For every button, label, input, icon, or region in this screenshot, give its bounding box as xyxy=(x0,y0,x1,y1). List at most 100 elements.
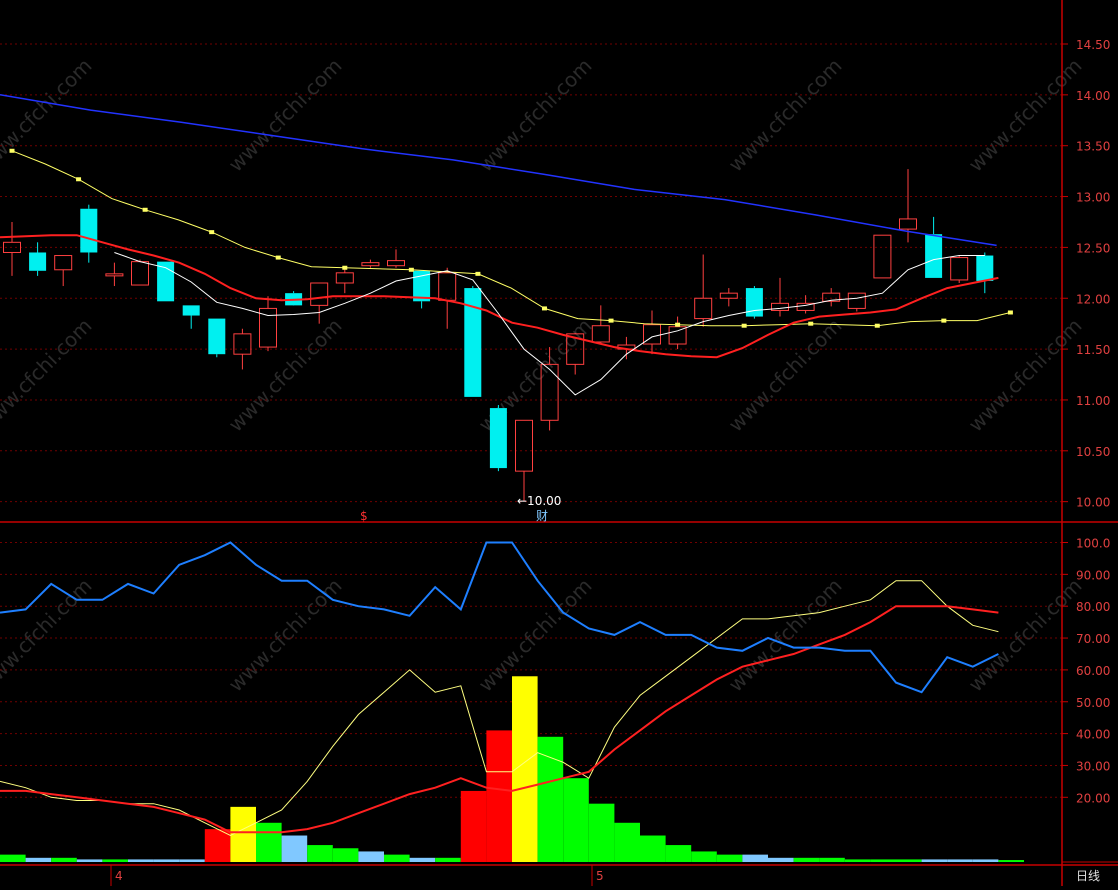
watermark-text: www.cfchi.com xyxy=(0,54,97,177)
event-marker-s: $ xyxy=(360,509,368,523)
y-tick-label: 10.50 xyxy=(1076,445,1110,459)
stock-chart: www.cfchi.com www.cfchi.com www.cfchi.com w… xyxy=(0,0,1118,886)
candle-body-up xyxy=(515,419,533,472)
indicator-bar xyxy=(844,859,871,862)
indicator-bar xyxy=(256,822,282,862)
indicator-bar xyxy=(307,845,333,862)
ma-marker xyxy=(275,255,281,260)
labels-layer: $ 财←10.00 xyxy=(360,494,561,523)
indicator-bar xyxy=(179,859,205,862)
candle-body-up xyxy=(591,325,610,343)
chart-canvas: www.cfchi.com www.cfchi.com www.cfchi.com w… xyxy=(0,0,1118,886)
x-tick-label: 5 xyxy=(596,869,604,883)
watermark-text: www.cfchi.com xyxy=(474,54,597,177)
watermark-text: www.cfchi.com xyxy=(964,574,1087,697)
candle-body-down xyxy=(208,318,226,355)
candle-body-up xyxy=(668,326,687,345)
candle-body-down xyxy=(29,252,47,271)
candle-body-down xyxy=(976,255,994,281)
indicator-bar xyxy=(793,857,820,862)
event-marker-cai: 财 xyxy=(536,509,548,523)
ma-marker xyxy=(342,265,348,270)
y-tick-label: 10.00 xyxy=(1076,496,1110,510)
candle-body-up xyxy=(54,255,73,271)
candle-body-up xyxy=(233,333,252,355)
indicator-bar xyxy=(819,857,845,862)
indicator-bar xyxy=(870,859,896,862)
watermark-text: www.cfchi.com xyxy=(0,314,97,437)
y-tick-label: 12.00 xyxy=(1076,292,1110,306)
candle-body-up xyxy=(950,257,969,281)
indicator-bar xyxy=(665,845,692,862)
indicator-bar xyxy=(537,736,564,862)
indicator-bar xyxy=(972,859,999,862)
candle-body-up xyxy=(438,272,457,301)
candle-body-down xyxy=(925,234,943,278)
y-tick-label: 50.00 xyxy=(1076,696,1110,710)
indicator-bar xyxy=(921,859,948,862)
indicator-bar xyxy=(435,857,461,862)
indicator-bar xyxy=(691,851,717,862)
candle-body-down xyxy=(182,305,200,316)
indicator-bar xyxy=(640,835,666,862)
y-tick-label: 12.50 xyxy=(1076,241,1110,255)
ma-marker xyxy=(608,318,614,323)
ma-marker xyxy=(76,177,82,182)
indicator-bar xyxy=(0,854,26,862)
watermark-text: www.cfchi.com xyxy=(964,54,1087,177)
period-label: 日线 xyxy=(1076,869,1100,883)
y-tick-label: 40.00 xyxy=(1076,728,1110,742)
ma-marker xyxy=(408,267,414,272)
indicator-bar xyxy=(716,854,743,862)
indicator-bar xyxy=(230,806,256,862)
indicator-bar xyxy=(153,859,180,862)
indicator-bar xyxy=(460,790,487,862)
candle-body-up xyxy=(899,218,917,230)
candle-body-down xyxy=(745,288,763,317)
indicator-bar xyxy=(588,803,615,862)
y-tick-label: 14.00 xyxy=(1076,89,1110,103)
candle-body-down xyxy=(489,408,507,469)
indicator-bar xyxy=(998,860,1024,862)
y-tick-label: 70.00 xyxy=(1076,632,1110,646)
indicator-bar xyxy=(486,730,512,862)
y-tick-label: 13.00 xyxy=(1076,191,1110,205)
ma-marker xyxy=(941,318,947,323)
ma-line-blue xyxy=(0,94,997,247)
indicator-bars xyxy=(0,676,1024,862)
candle-body-up xyxy=(847,292,866,309)
y-tick-label: 11.50 xyxy=(1076,343,1110,357)
y-tick-label: 30.00 xyxy=(1076,759,1110,773)
indicator-bar xyxy=(409,857,436,862)
y-tick-label: 11.00 xyxy=(1076,394,1110,408)
y-tick-label: 13.50 xyxy=(1076,140,1110,154)
indicator-bar xyxy=(25,857,52,862)
ma-marker xyxy=(874,323,880,328)
ma-marker xyxy=(9,148,15,153)
indicator-bar xyxy=(563,778,589,862)
candle-body-up xyxy=(131,261,149,286)
y-tick-label: 80.00 xyxy=(1076,600,1110,614)
watermark-text: www.cfchi.com xyxy=(224,54,347,177)
indicator-bar xyxy=(332,848,359,862)
indicator-bar xyxy=(768,857,794,862)
ma-marker xyxy=(541,306,547,311)
ma-marker xyxy=(808,321,814,326)
watermark-text: www.cfchi.com xyxy=(224,574,347,697)
indicator-bar xyxy=(896,859,922,862)
watermark-text: www.cfchi.com xyxy=(724,54,847,177)
low-price-marker: ←10.00 xyxy=(517,494,561,508)
y-tick-label: 100.0 xyxy=(1076,537,1110,551)
indicator-bar xyxy=(947,859,973,862)
candle-body-up xyxy=(873,234,892,279)
candle-body-up xyxy=(694,297,713,320)
indicator-bar xyxy=(384,854,410,862)
watermark-text: www.cfchi.com xyxy=(964,314,1087,437)
candle-body-up xyxy=(387,260,405,267)
watermark-text: www.cfchi.com xyxy=(0,574,97,697)
candle-body-up xyxy=(335,272,354,284)
y-tick-label: 20.00 xyxy=(1076,791,1110,805)
indicator-bar xyxy=(281,835,308,862)
candlestick-series xyxy=(3,169,994,502)
candle-body-up xyxy=(105,273,124,277)
